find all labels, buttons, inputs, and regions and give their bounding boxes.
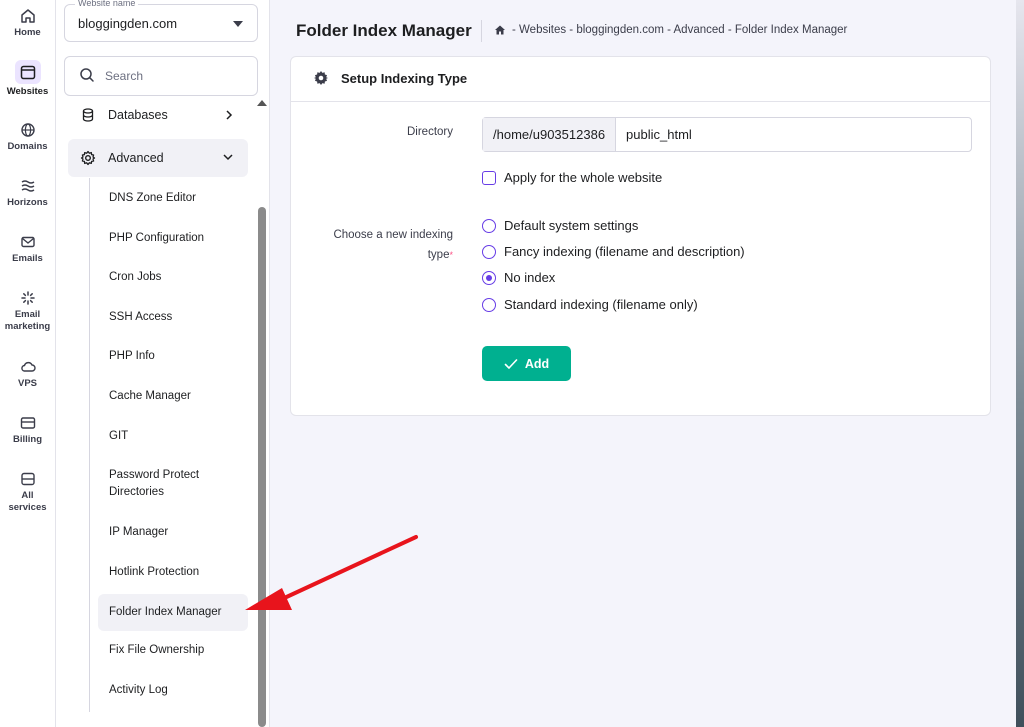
caret-down-icon	[233, 21, 243, 27]
card-title: Setup Indexing Type	[341, 71, 468, 86]
cloud-icon	[20, 361, 36, 372]
add-button[interactable]: Add	[482, 346, 571, 381]
rail-all-services[interactable]: All services	[0, 471, 55, 514]
radio-no-index[interactable]: No index	[482, 270, 555, 285]
radio-default-system-settings[interactable]: Default system settings	[482, 218, 638, 233]
icon-rail: Home Websites Domains Horizons Emails Em…	[0, 0, 56, 727]
website-select[interactable]: Website name bloggingden.com	[64, 0, 258, 42]
browser-icon	[20, 65, 35, 79]
sub-item-password-protect-directories[interactable]: Password Protect Directories	[98, 467, 218, 501]
rail-label: VPS	[17, 378, 37, 389]
rail-label: Billing	[12, 434, 43, 445]
sub-item-hotlink-protection[interactable]: Hotlink Protection	[98, 564, 248, 581]
radio-standard-indexing[interactable]: Standard indexing (filename only)	[482, 297, 698, 312]
rail-emails[interactable]: Emails	[0, 234, 55, 265]
gear-icon	[80, 150, 96, 166]
radio-circle[interactable]	[482, 270, 496, 285]
rail-email-marketing[interactable]: Email marketing	[0, 290, 55, 333]
radio-circle[interactable]	[482, 218, 496, 233]
indexing-type-label: Choose a new indexing type*	[311, 225, 453, 265]
website-select-value: bloggingden.com	[78, 16, 178, 31]
nav-advanced-label: Advanced	[108, 151, 164, 165]
rail-domains[interactable]: Domains	[0, 122, 55, 153]
sub-item-ip-manager[interactable]: IP Manager	[98, 524, 248, 541]
sub-item-php-configuration[interactable]: PHP Configuration	[98, 230, 248, 247]
radio-circle[interactable]	[482, 244, 496, 259]
radio-label: Default system settings	[504, 218, 639, 233]
rail-home[interactable]: Home	[0, 8, 55, 39]
website-sidebar: Website name bloggingden.com Search Data…	[56, 0, 270, 727]
header-divider	[481, 20, 482, 42]
radio-label: Standard indexing (filename only)	[504, 297, 698, 312]
sub-item-activity-log[interactable]: Activity Log	[98, 682, 248, 699]
scroll-up-icon[interactable]	[257, 100, 267, 106]
breadcrumb: - Websites - bloggingden.com - Advanced …	[494, 24, 847, 36]
directory-input[interactable]	[616, 118, 971, 151]
sub-item-folder-index-manager[interactable]: Folder Index Manager	[98, 594, 248, 631]
home-icon[interactable]	[494, 24, 506, 36]
rail-billing[interactable]: Billing	[0, 415, 55, 446]
annotation-arrow-icon	[245, 535, 418, 610]
rail-label: Emails	[12, 253, 43, 264]
sub-item-fix-file-ownership[interactable]: Fix File Ownership	[98, 642, 248, 659]
search-placeholder: Search	[105, 69, 144, 83]
home-icon	[20, 9, 35, 23]
directory-prefix: /home/u903512386	[483, 118, 617, 151]
globe-icon	[20, 123, 35, 137]
nav-databases-label: Databases	[108, 108, 168, 122]
waves-icon	[21, 180, 34, 192]
radio-circle[interactable]	[482, 297, 496, 312]
page-title: Folder Index Manager	[296, 21, 472, 40]
rail-label: Websites	[6, 86, 49, 97]
card-header: Setup Indexing Type	[291, 57, 990, 102]
breadcrumb-text: - Websites - bloggingden.com - Advanced …	[512, 24, 848, 36]
rail-label: All services	[8, 490, 47, 513]
window-edge	[1016, 0, 1024, 727]
submenu-line	[89, 178, 90, 712]
rail-label: Home	[14, 27, 41, 38]
apply-whole-website-checkbox[interactable]: Apply for the whole website	[482, 170, 662, 185]
indexing-type-label-line2: type	[427, 249, 450, 261]
mail-icon	[20, 236, 35, 248]
rail-vps[interactable]: VPS	[0, 359, 55, 390]
setup-indexing-card: Setup Indexing Type Directory /home/u903…	[290, 56, 991, 416]
search-icon	[80, 68, 94, 82]
sparkle-icon	[20, 291, 35, 305]
rail-label: Domains	[7, 141, 48, 152]
rail-horizons[interactable]: Horizons	[0, 178, 55, 209]
radio-fancy-indexing[interactable]: Fancy indexing (filename and description…	[482, 244, 745, 259]
chevron-down-icon	[223, 154, 233, 161]
sub-item-php-info[interactable]: PHP Info	[98, 348, 248, 365]
sub-item-git[interactable]: GIT	[98, 428, 248, 445]
radio-label: Fancy indexing (filename and description…	[504, 244, 745, 259]
rail-websites[interactable]: Websites	[0, 60, 55, 98]
sub-item-cache-manager[interactable]: Cache Manager	[98, 388, 248, 405]
website-select-label: Website name	[75, 0, 139, 8]
sidebar-scrollbar[interactable]	[258, 207, 266, 727]
directory-label: Directory	[406, 126, 453, 138]
indexing-type-label-line1: Choose a new indexing	[333, 229, 453, 241]
sub-item-dns-zone-editor[interactable]: DNS Zone Editor	[98, 190, 248, 207]
database-icon	[82, 108, 94, 122]
check-icon	[504, 358, 518, 369]
sub-item-ssh-access[interactable]: SSH Access	[98, 309, 248, 326]
apply-whole-website-label: Apply for the whole website	[504, 170, 663, 185]
radio-label: No index	[504, 270, 556, 285]
nav-advanced[interactable]: Advanced	[68, 139, 248, 177]
server-icon	[20, 472, 35, 486]
search-input[interactable]: Search	[64, 56, 258, 96]
chevron-right-icon	[226, 110, 233, 120]
gear-icon	[314, 71, 328, 85]
required-marker: *	[449, 250, 453, 260]
directory-field: /home/u903512386	[482, 117, 972, 152]
rail-label: Email marketing	[4, 309, 51, 332]
add-button-label: Add	[524, 356, 550, 371]
nav-databases[interactable]: Databases	[68, 96, 248, 134]
rail-label: Horizons	[7, 197, 48, 208]
card-icon	[20, 417, 35, 429]
sub-item-cron-jobs[interactable]: Cron Jobs	[98, 269, 248, 286]
checkbox-box[interactable]	[482, 170, 496, 185]
